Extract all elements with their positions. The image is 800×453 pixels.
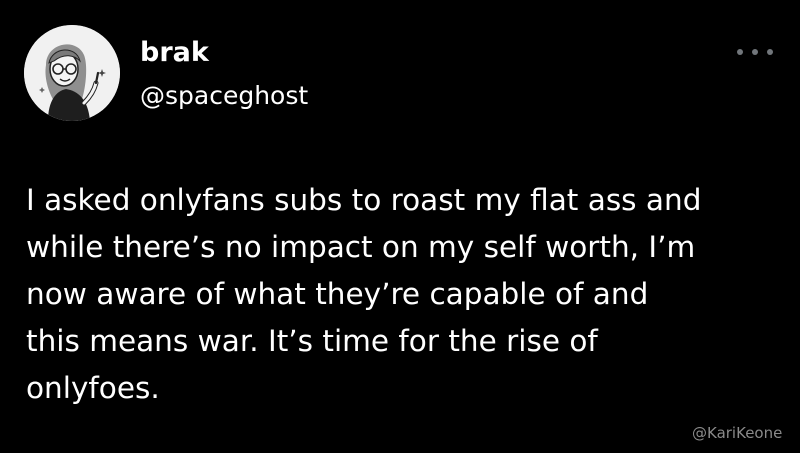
tweet-text-line: I asked onlyfans subs to roast my flat a… bbox=[26, 183, 702, 217]
tweet-text-line: now aware of what they’re capable of and bbox=[26, 277, 649, 311]
ellipsis-icon bbox=[752, 49, 758, 55]
author-display-name[interactable]: brak bbox=[140, 36, 209, 70]
ellipsis-icon bbox=[767, 49, 773, 55]
watermark: @KariKeone bbox=[692, 424, 783, 442]
tweet-text-line: while there’s no impact on my self worth… bbox=[26, 230, 696, 264]
tweet-text-line: onlyfoes. bbox=[26, 371, 160, 405]
more-options-button[interactable] bbox=[737, 44, 773, 60]
ellipsis-icon bbox=[737, 49, 743, 55]
author-handle[interactable]: @spaceghost bbox=[140, 80, 308, 112]
avatar[interactable] bbox=[24, 25, 120, 121]
tweet-text-line: this means war. It’s time for the rise o… bbox=[26, 324, 598, 358]
cartoon-woman-pointing-avatar-icon bbox=[24, 25, 120, 121]
tweet-text: I asked onlyfans subs to roast my flat a… bbox=[26, 177, 786, 412]
tweet-card: brak @spaceghost I asked onlyfans subs t… bbox=[0, 0, 800, 453]
